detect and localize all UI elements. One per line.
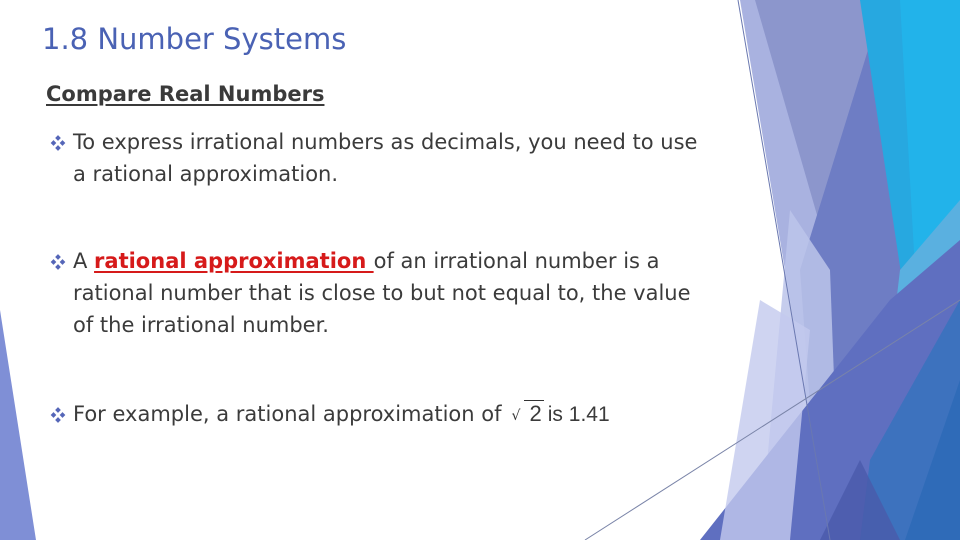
radical-symbol: √ [511,408,521,424]
bullet-after: is 1.41 [547,403,610,426]
bullet-before: For example, a rational approximation of [73,402,502,426]
square-root-expression: √ 2 [512,398,544,431]
bullet-line: A rational approximation of an irrationa… [73,245,833,277]
highlighted-term: rational approximation [94,249,374,273]
bullet-text: A rational approximation of an irrationa… [73,245,833,341]
diamond-cluster-icon [50,135,66,151]
diamond-cluster-icon [50,254,66,270]
slide-title: 1.8 Number Systems [42,22,347,56]
bullet-line: To express irrational numbers as decimal… [73,130,698,154]
left-facet-shape [0,310,36,540]
radicand: 2 [523,400,544,426]
bullet-line: of the irrational number. [73,313,329,337]
diamond-cluster-icon [50,407,66,423]
slide-subtitle: Compare Real Numbers [46,82,325,106]
bullet-line: a rational approximation. [73,162,339,186]
bullet-prefix: A [73,249,95,273]
bullet-rest: of an irrational number is a [373,249,660,273]
bullet-text: For example, a rational approximation of… [73,398,833,431]
bullet-text: To express irrational numbers as decimal… [73,126,833,190]
slide: 1.8 Number Systems Compare Real Numbers … [0,0,960,540]
bullet-line: rational number that is close to but not… [73,281,691,305]
